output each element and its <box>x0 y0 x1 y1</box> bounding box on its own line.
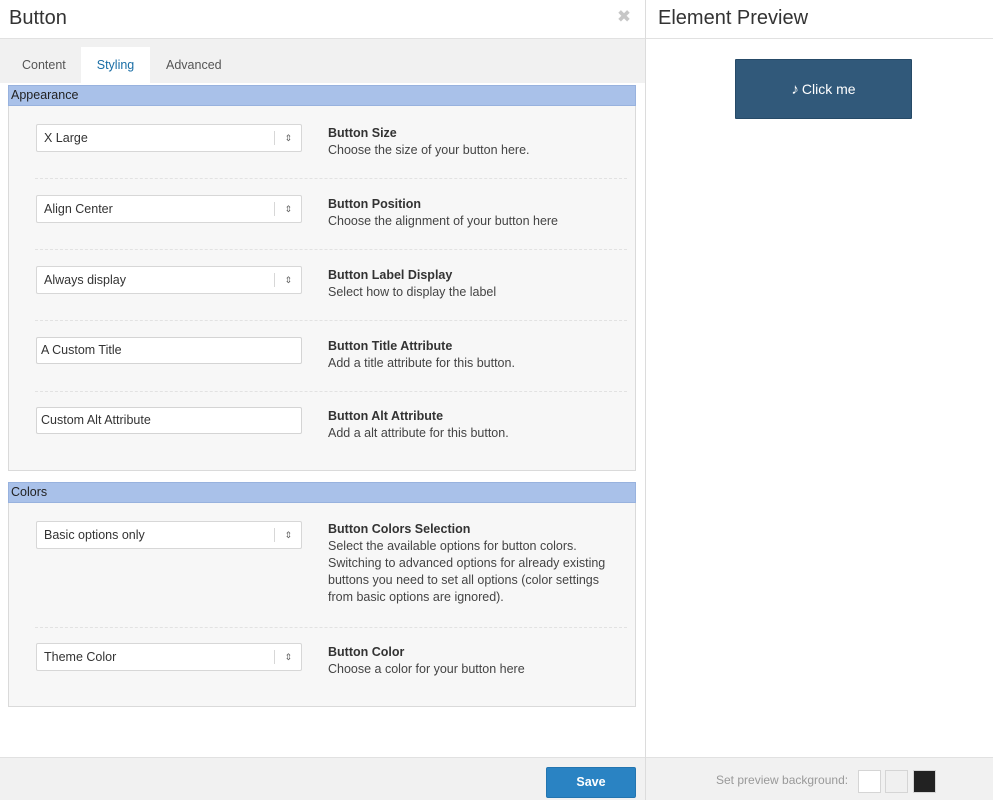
button-color-select[interactable]: Theme Color ⇕ <box>36 643 302 671</box>
select-divider <box>274 650 275 664</box>
tab-advanced[interactable]: Advanced <box>150 47 238 83</box>
setting-row-button-size: X Large ⇕ Button Size Choose the size of… <box>9 106 635 178</box>
title-attribute-input[interactable]: A Custom Title <box>36 337 302 364</box>
section-header-appearance[interactable]: Appearance <box>8 85 636 106</box>
preview-button-label: Click me <box>801 81 856 97</box>
button-position-select[interactable]: Align Center ⇕ <box>36 195 302 223</box>
setting-row-title-attribute: A Custom Title Button Title Attribute Ad… <box>9 320 635 391</box>
setting-description: Button Title Attribute Add a title attri… <box>328 338 618 372</box>
setting-row-colors-selection: Basic options only ⇕ Button Colors Selec… <box>9 503 635 627</box>
setting-label: Button Color <box>328 645 405 659</box>
colors-selection-select[interactable]: Basic options only ⇕ <box>36 521 302 549</box>
setting-description: Button Label Display Select how to displ… <box>328 267 618 301</box>
select-arrows-icon: ⇕ <box>284 204 292 214</box>
save-button[interactable]: Save <box>546 767 636 798</box>
setting-description: Button Size Choose the size of your butt… <box>328 125 618 159</box>
setting-label: Button Label Display <box>328 268 453 282</box>
editor-title: Button <box>9 7 67 29</box>
setting-description: Button Color Choose a color for your but… <box>328 644 618 678</box>
close-icon[interactable]: ✖ <box>614 7 634 27</box>
select-value: Align Center <box>44 202 113 216</box>
select-arrows-icon: ⇕ <box>284 652 292 662</box>
select-divider <box>274 131 275 145</box>
preview-stage: ♪ Click me <box>646 39 993 757</box>
editor-header: Button ✖ <box>0 0 645 39</box>
setting-row-label-display: Always display ⇕ Button Label Display Se… <box>9 249 635 320</box>
preview-footer: Set preview background: <box>646 757 993 800</box>
setting-label: Button Size <box>328 126 397 140</box>
select-value: Theme Color <box>44 650 117 664</box>
preview-title: Element Preview <box>658 7 809 29</box>
button-size-select[interactable]: X Large ⇕ <box>36 124 302 152</box>
tab-content[interactable]: Content <box>6 47 82 83</box>
setting-help-text: Choose the alignment of your button here <box>328 214 559 228</box>
select-divider <box>274 273 275 287</box>
editor-footer: Save <box>0 757 645 800</box>
setting-description: Button Alt Attribute Add a alt attribute… <box>328 408 618 442</box>
setting-description: Button Colors Selection Select the avail… <box>328 521 618 606</box>
setting-label: Button Colors Selection <box>328 522 471 536</box>
alt-attribute-input[interactable]: Custom Alt Attribute <box>36 407 302 434</box>
section-body-appearance: X Large ⇕ Button Size Choose the size of… <box>8 106 636 471</box>
setting-row-button-color: Theme Color ⇕ Button Color Choose a colo… <box>9 627 635 707</box>
select-value: Always display <box>44 273 126 287</box>
tab-styling[interactable]: Styling <box>81 47 150 83</box>
select-value: Basic options only <box>44 528 145 542</box>
swatch-dark[interactable] <box>913 770 936 793</box>
setting-help-text: Choose the size of your button here. <box>328 143 530 157</box>
select-arrows-icon: ⇕ <box>284 530 292 540</box>
select-arrows-icon: ⇕ <box>284 275 292 285</box>
setting-help-text: Select how to display the label <box>328 285 497 299</box>
swatch-light-gray[interactable] <box>885 770 908 793</box>
setting-label: Button Title Attribute <box>328 339 453 353</box>
section-header-colors[interactable]: Colors <box>8 482 636 503</box>
setting-help-text: Add a alt attribute for this button. <box>328 426 509 440</box>
label-display-select[interactable]: Always display ⇕ <box>36 266 302 294</box>
select-divider <box>274 202 275 216</box>
setting-help-text: Choose a color for your button here <box>328 662 525 676</box>
select-divider <box>274 528 275 542</box>
preview-button[interactable]: ♪ Click me <box>735 59 912 119</box>
music-note-icon: ♪ <box>791 81 799 98</box>
preview-background-label: Set preview background: <box>716 773 849 787</box>
select-arrows-icon: ⇕ <box>284 133 292 143</box>
setting-label: Button Alt Attribute <box>328 409 444 423</box>
setting-label: Button Position <box>328 197 422 211</box>
setting-description: Button Position Choose the alignment of … <box>328 196 618 230</box>
swatch-white[interactable] <box>858 770 881 793</box>
preview-header: Element Preview <box>646 0 993 39</box>
setting-help-text: Select the available options for button … <box>328 539 606 604</box>
select-value: X Large <box>44 131 88 145</box>
setting-help-text: Add a title attribute for this button. <box>328 356 515 370</box>
section-body-colors: Basic options only ⇕ Button Colors Selec… <box>8 503 636 707</box>
tab-bar: Content Styling Advanced <box>0 39 645 83</box>
setting-row-alt-attribute: Custom Alt Attribute Button Alt Attribut… <box>9 391 635 463</box>
setting-row-button-position: Align Center ⇕ Button Position Choose th… <box>9 178 635 249</box>
preview-panel: Element Preview ♪ Click me Set preview ba… <box>646 0 993 800</box>
editor-panel: Button ✖ Content Styling Advanced Appear… <box>0 0 646 800</box>
